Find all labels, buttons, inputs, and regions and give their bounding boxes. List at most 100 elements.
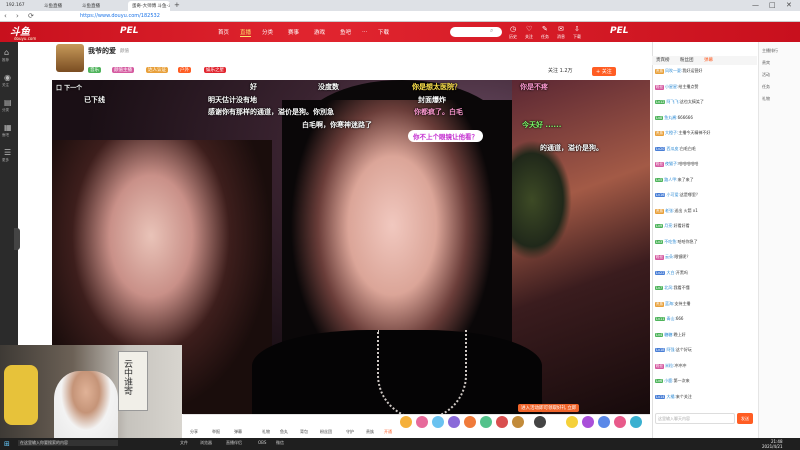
gift-icon[interactable] bbox=[598, 416, 610, 428]
message-icon[interactable]: ✉ bbox=[558, 25, 564, 33]
search-icon[interactable]: ⌕ bbox=[490, 27, 493, 35]
chat-username[interactable]: 路人甲: bbox=[664, 177, 677, 182]
home-icon[interactable]: ⌂ bbox=[4, 48, 9, 57]
rail-collapse-handle[interactable] bbox=[14, 228, 20, 250]
gift-icon[interactable] bbox=[496, 416, 508, 428]
chat-username[interactable]: 鱼丸酱: bbox=[664, 115, 677, 120]
download-icon[interactable]: ⇩ bbox=[574, 25, 580, 33]
chat-username[interactable]: 小可爱: bbox=[666, 192, 679, 197]
taskbar-app[interactable]: OBS bbox=[258, 440, 266, 445]
yuba-icon[interactable]: ▦ bbox=[4, 123, 12, 132]
gift-icon[interactable] bbox=[416, 416, 428, 428]
gift-button[interactable]: 礼物 bbox=[262, 429, 270, 435]
gift-icon[interactable] bbox=[480, 416, 492, 428]
chat-username[interactable]: 夜猫子: bbox=[665, 161, 678, 166]
danmu-toggle-button[interactable]: 弹幕 bbox=[234, 429, 242, 435]
rightbar-item[interactable]: 礼物 bbox=[762, 96, 770, 102]
gift-icon[interactable] bbox=[448, 416, 460, 428]
nav-download[interactable]: 下载 bbox=[378, 28, 389, 36]
fishball-button[interactable]: 鱼丸 bbox=[280, 429, 288, 435]
chat-username[interactable]: 小鹿: bbox=[664, 378, 673, 383]
nav-home[interactable]: 首页 bbox=[218, 28, 229, 36]
gift-icon[interactable] bbox=[512, 416, 524, 428]
taskbar-app[interactable]: 文件 bbox=[180, 440, 188, 446]
close-window-button[interactable]: ✕ bbox=[786, 1, 792, 9]
rightbar-item[interactable]: 主播排行 bbox=[762, 48, 778, 54]
pel-banner-left[interactable]: PEL bbox=[120, 26, 138, 36]
nav-events[interactable]: 赛事 bbox=[288, 28, 299, 36]
taskbar-app[interactable]: 微信 bbox=[276, 440, 284, 446]
follow-rail-icon[interactable]: ◉ bbox=[4, 73, 11, 82]
chat-username[interactable]: 云朵: bbox=[665, 254, 674, 259]
chat-username[interactable]: 小星星: bbox=[665, 84, 678, 89]
task-icon[interactable]: ✎ bbox=[542, 25, 548, 33]
new-tab-button[interactable]: + bbox=[174, 1, 180, 9]
chat-username[interactable]: 大白: bbox=[666, 270, 675, 275]
chat-username[interactable]: 老张: bbox=[665, 208, 674, 213]
chat-username[interactable]: 月亮: bbox=[664, 223, 673, 228]
chat-input[interactable]: 这里输入聊天内容 bbox=[655, 413, 735, 424]
chat-username[interactable]: 阿飞飞: bbox=[666, 99, 679, 104]
nav-category[interactable]: 分类 bbox=[262, 28, 273, 36]
open-noble-button[interactable]: 开通 bbox=[384, 429, 392, 435]
chat-username[interactable]: 西瓜皮: bbox=[666, 146, 679, 151]
url-field[interactable]: https://www.douyu.com/182532 bbox=[80, 13, 160, 19]
gift-icon[interactable] bbox=[630, 416, 642, 428]
chat-username[interactable]: 北风: bbox=[664, 285, 673, 290]
share-button[interactable]: 分享 bbox=[190, 429, 198, 435]
chat-username[interactable]: 糖糖: bbox=[664, 332, 673, 337]
send-button[interactable]: 发送 bbox=[737, 413, 753, 424]
gift-icon[interactable] bbox=[566, 416, 578, 428]
noble-button[interactable]: 贵族 bbox=[366, 429, 374, 435]
nav-live[interactable]: 直播 bbox=[240, 28, 252, 37]
chat-username[interactable]: 风吹一夏: bbox=[665, 68, 682, 73]
room-category[interactable]: 颜值 bbox=[120, 48, 129, 54]
reload-icon[interactable]: ⟳ bbox=[28, 12, 34, 20]
forward-icon[interactable]: › bbox=[16, 12, 19, 20]
maximize-button[interactable]: □ bbox=[769, 1, 776, 9]
chat-username[interactable]: 米粒: bbox=[665, 363, 674, 368]
tab-vip[interactable]: 贵宾榜 bbox=[656, 57, 670, 63]
follow-button[interactable]: + 关注 bbox=[592, 67, 616, 76]
taskbar-app[interactable]: 浏览器 bbox=[200, 440, 212, 446]
gift-icon[interactable] bbox=[432, 416, 444, 428]
category-icon[interactable]: ▤ bbox=[4, 98, 12, 107]
pel-banner-right[interactable]: PEL bbox=[610, 26, 628, 36]
browser-tab[interactable]: 斗鱼直播 bbox=[40, 1, 76, 11]
gift-icon[interactable] bbox=[582, 416, 594, 428]
gift-icon[interactable] bbox=[464, 416, 476, 428]
gift-icon[interactable] bbox=[534, 416, 546, 428]
minimize-button[interactable]: — bbox=[752, 1, 759, 9]
rightbar-item[interactable]: 任务 bbox=[762, 84, 770, 90]
taskbar-search[interactable]: 在这里输入你要搜索的内容 bbox=[18, 440, 118, 446]
chat-username[interactable]: 青山: bbox=[666, 316, 675, 321]
browser-tab-active[interactable]: 蛋奇-大师傅 斗鱼-斗鱼直播 bbox=[128, 1, 170, 11]
chat-username[interactable]: 蓝海: bbox=[665, 301, 674, 306]
history-icon[interactable]: ◷ bbox=[510, 25, 516, 33]
windows-start-icon[interactable]: ⊞ bbox=[4, 440, 10, 448]
nav-more[interactable]: ... bbox=[362, 28, 367, 34]
backpack-button[interactable]: 背包 bbox=[300, 429, 308, 435]
chat-username[interactable]: 不吃鱼: bbox=[664, 239, 677, 244]
rightbar-item[interactable]: 活动 bbox=[762, 72, 770, 78]
chat-username[interactable]: 大橙子: bbox=[665, 130, 678, 135]
tab-fans[interactable]: 粉丝团 bbox=[680, 57, 694, 63]
nav-games[interactable]: 游戏 bbox=[314, 28, 325, 36]
browser-tab[interactable]: 192.167 bbox=[2, 1, 38, 11]
back-icon[interactable]: ‹ bbox=[4, 12, 7, 20]
tab-danmu[interactable]: 弹幕 bbox=[704, 57, 713, 63]
search-input[interactable] bbox=[450, 27, 502, 37]
follow-icon[interactable]: ♡ bbox=[526, 25, 532, 33]
chat-username[interactable]: 阿强: bbox=[666, 347, 675, 352]
report-button[interactable]: 举报 bbox=[212, 429, 220, 435]
taskbar-app[interactable]: 直播伴侣 bbox=[226, 440, 242, 446]
browser-tab[interactable]: 斗鱼直播 bbox=[78, 1, 126, 11]
more-icon[interactable]: ☰ bbox=[4, 148, 11, 157]
gift-icon[interactable] bbox=[400, 416, 412, 428]
gift-promo-banner[interactable]: 进入活动即可领取好礼 立即 bbox=[518, 404, 580, 412]
taskbar-clock[interactable]: 21:48 2021/4/21 bbox=[762, 439, 783, 449]
streamer-avatar[interactable] bbox=[56, 44, 84, 72]
rightbar-item[interactable]: 贵宾 bbox=[762, 60, 770, 66]
chat-username[interactable]: 大橘: bbox=[666, 394, 675, 399]
gift-icon[interactable] bbox=[614, 416, 626, 428]
